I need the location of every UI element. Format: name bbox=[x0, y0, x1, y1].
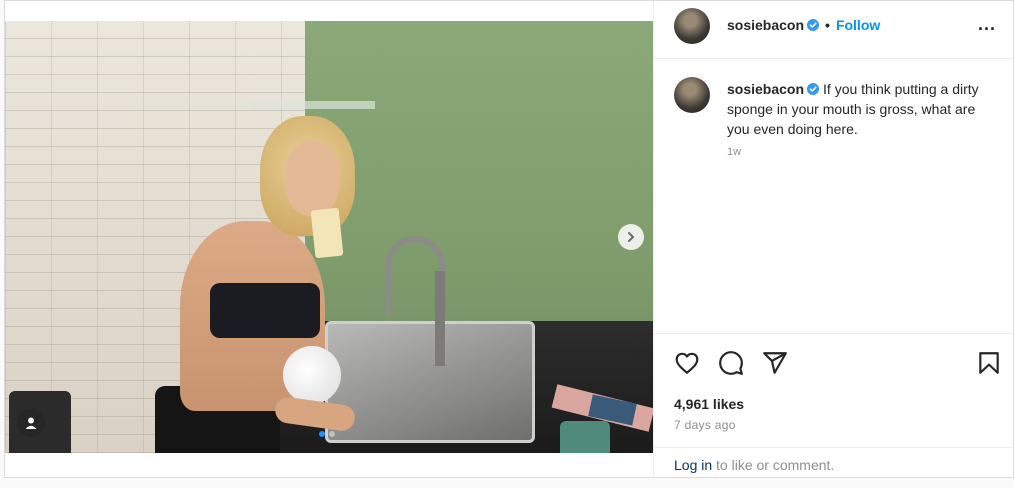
verified-badge-icon bbox=[807, 83, 820, 95]
action-bar: 4,961 likes 7 days ago bbox=[654, 333, 1013, 453]
carousel-dot-1 bbox=[319, 431, 325, 437]
sink bbox=[325, 321, 535, 443]
post-image[interactable] bbox=[5, 21, 653, 453]
carousel-dot-2 bbox=[329, 431, 335, 437]
header-user: sosiebacon • Follow bbox=[727, 17, 880, 33]
carousel-indicator bbox=[319, 431, 335, 437]
caption: sosiebacon If you think putting a dirty … bbox=[727, 79, 997, 139]
user-silhouette bbox=[25, 417, 37, 429]
post-card: sosiebacon • Follow ... sosiebacon If yo… bbox=[4, 0, 1014, 478]
user-tag-icon[interactable] bbox=[17, 409, 45, 437]
login-link[interactable]: Log in bbox=[674, 457, 712, 473]
sponge bbox=[310, 207, 344, 259]
follow-button[interactable]: Follow bbox=[836, 17, 880, 33]
person-face bbox=[285, 141, 340, 216]
post-side-panel: sosiebacon • Follow ... sosiebacon If yo… bbox=[653, 1, 1013, 477]
bookmark-icon[interactable] bbox=[976, 350, 1002, 376]
faucet-stem bbox=[435, 271, 445, 366]
person-top bbox=[210, 283, 320, 338]
caption-username[interactable]: sosiebacon bbox=[727, 81, 804, 97]
login-prompt-text: to like or comment. bbox=[712, 457, 835, 473]
header-separator: • bbox=[825, 17, 830, 33]
next-arrow-glyph bbox=[628, 232, 635, 242]
login-prompt: Log in to like or comment. bbox=[654, 447, 1013, 477]
avatar[interactable] bbox=[674, 8, 710, 44]
post-header: sosiebacon • Follow ... bbox=[654, 1, 1013, 59]
header-username[interactable]: sosiebacon bbox=[727, 17, 804, 33]
white-plate bbox=[283, 346, 341, 404]
verified-badge-icon bbox=[807, 19, 820, 31]
send-icon[interactable] bbox=[762, 350, 788, 376]
teal-pot bbox=[560, 421, 610, 453]
post-timestamp[interactable]: 7 days ago bbox=[674, 418, 736, 432]
heart-icon[interactable] bbox=[674, 350, 700, 376]
glass-shelf bbox=[250, 101, 375, 109]
likes-count[interactable]: 4,961 likes bbox=[674, 396, 744, 412]
more-options-icon[interactable]: ... bbox=[978, 14, 996, 35]
caption-time[interactable]: 1w bbox=[727, 146, 741, 158]
comment-icon[interactable] bbox=[718, 350, 744, 376]
media-top-margin bbox=[5, 1, 653, 21]
chevron-right-icon[interactable] bbox=[618, 224, 644, 250]
caption-avatar[interactable] bbox=[674, 77, 710, 113]
